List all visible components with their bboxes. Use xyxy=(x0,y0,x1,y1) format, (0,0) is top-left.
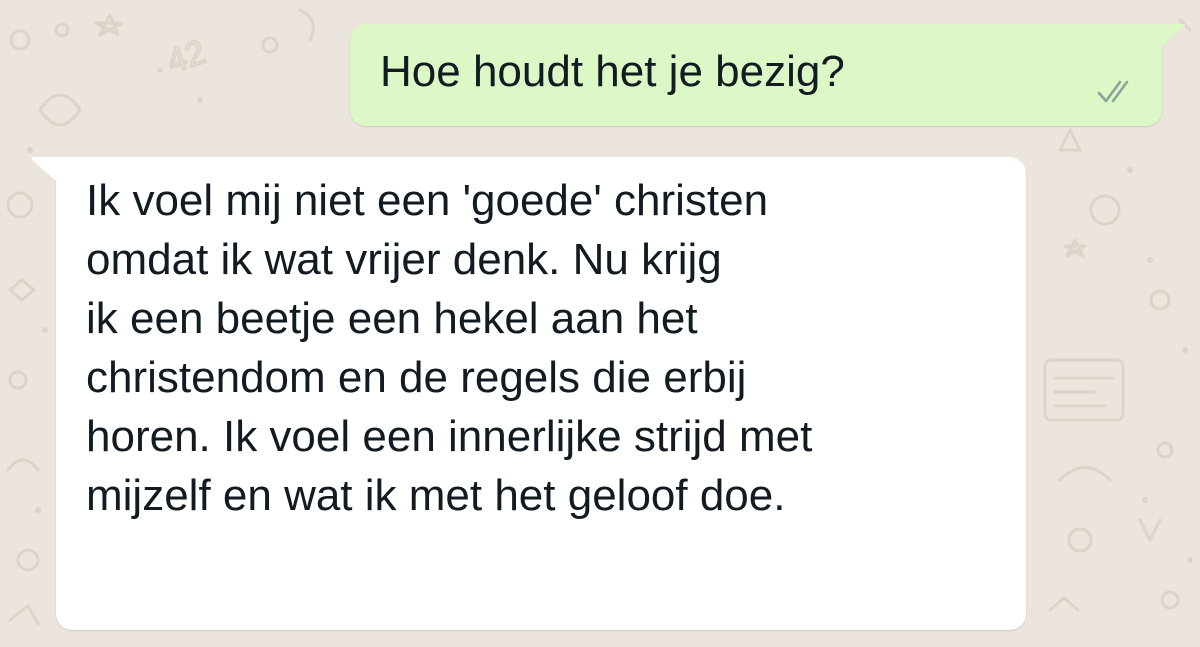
bubble-tail xyxy=(31,157,56,181)
incoming-message-text: Ik voel mij niet een 'goede' christen om… xyxy=(86,176,813,520)
incoming-message-bubble[interactable]: Ik voel mij niet een 'goede' christen om… xyxy=(31,157,1026,630)
double-check-icon xyxy=(1097,80,1129,103)
outgoing-message-bubble[interactable]: Hoe houdt het je bezig? xyxy=(350,24,1186,126)
bubble-tail xyxy=(1162,24,1186,46)
wallpaper-doodle-number: 42 xyxy=(162,33,210,81)
outgoing-message-text: Hoe houdt het je bezig? xyxy=(380,47,845,96)
